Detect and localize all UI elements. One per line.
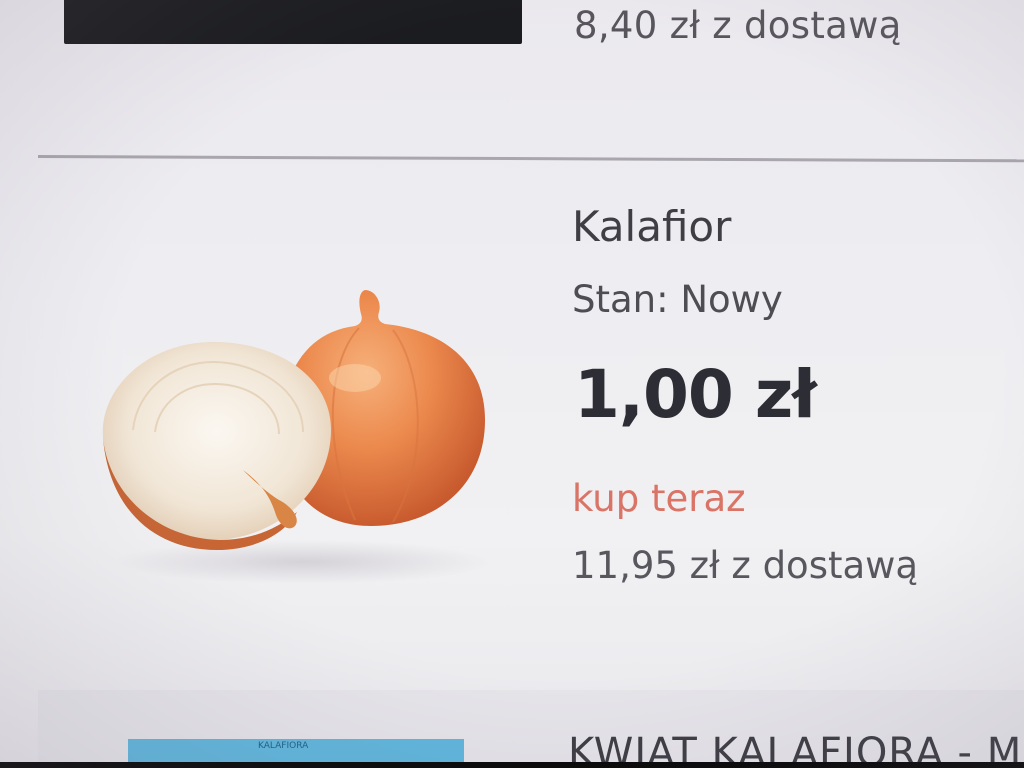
next-thumbnail-label: KALAFIORA bbox=[258, 741, 309, 751]
listing-delivery-price: 11,95 zł z dostawą bbox=[572, 544, 919, 587]
listing-page: 8,40 zł z dostawą Kalafior Stan: Nowy 1,… bbox=[0, 0, 1024, 768]
listing-card: Kalafior Stan: Nowy 1,00 zł kup teraz 11… bbox=[38, 160, 1024, 690]
previous-listing-thumbnail[interactable] bbox=[64, 0, 522, 44]
listing-price: 1,00 zł bbox=[574, 356, 817, 433]
previous-listing-delivery-price: 8,40 zł z dostawą bbox=[574, 4, 902, 47]
listing-condition: Stan: Nowy bbox=[572, 278, 783, 321]
screen-bezel bbox=[0, 762, 1024, 768]
onion-image[interactable] bbox=[93, 280, 503, 600]
buy-now-link[interactable]: kup teraz bbox=[572, 477, 746, 520]
listing-title[interactable]: Kalafior bbox=[572, 202, 731, 251]
